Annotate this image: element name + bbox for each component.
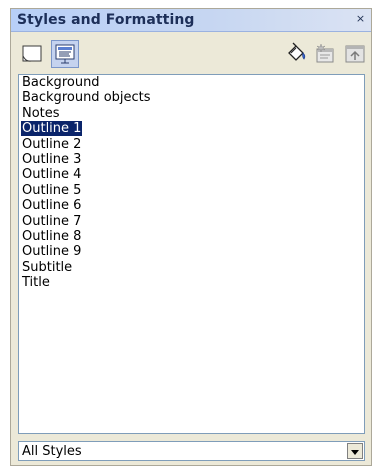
update-style-button[interactable] — [341, 40, 369, 68]
list-item[interactable]: Outline 2 — [19, 137, 364, 152]
chevron-down-icon — [351, 450, 359, 455]
list-item-label: Outline 8 — [22, 228, 82, 244]
list-item-label: Background — [22, 75, 100, 90]
fill-format-mode-icon — [288, 42, 306, 61]
list-item-label: Outline 7 — [22, 213, 82, 229]
list-item-label: Outline 6 — [22, 198, 82, 214]
style-filter-value: All Styles — [22, 444, 82, 459]
presentation-styles-icon — [55, 44, 75, 64]
list-item-label: Background objects — [22, 90, 151, 106]
list-item-label: Outline 9 — [22, 244, 82, 260]
list-item-label: Outline 5 — [22, 182, 82, 198]
new-style-from-selection-button[interactable] — [311, 40, 339, 68]
list-item[interactable]: Outline 4 — [19, 167, 364, 182]
panel-title: Styles and Formatting — [17, 12, 195, 28]
close-icon[interactable]: × — [354, 13, 367, 26]
toolbar — [11, 33, 371, 73]
update-style-icon — [345, 45, 365, 63]
styles-and-formatting-panel: Styles and Formatting × Background Backg… — [10, 8, 372, 466]
list-item[interactable]: Background objects — [19, 90, 364, 105]
list-item-label: Subtitle — [22, 259, 73, 275]
list-item-label: Outline 2 — [22, 136, 82, 152]
list-item[interactable]: Outline 9 — [19, 244, 364, 259]
list-item-label: Title — [22, 275, 50, 291]
list-item-label: Outline 4 — [22, 167, 82, 183]
list-item[interactable]: Notes — [19, 106, 364, 121]
presentation-styles-button[interactable] — [51, 40, 79, 68]
list-item[interactable]: Outline 5 — [19, 183, 364, 198]
list-item[interactable]: Title — [19, 275, 364, 290]
fill-format-mode-button[interactable] — [282, 40, 310, 68]
list-item-label: Outline 1 — [19, 120, 84, 138]
list-item[interactable]: Outline 3 — [19, 152, 364, 167]
style-filter-select[interactable]: All Styles — [18, 441, 365, 461]
dropdown-button[interactable] — [347, 443, 363, 459]
list-item[interactable]: Outline 7 — [19, 214, 364, 229]
list-item[interactable]: Outline 8 — [19, 229, 364, 244]
list-item[interactable]: Outline 6 — [19, 198, 364, 213]
new-style-from-selection-icon — [316, 43, 334, 63]
list-item[interactable]: Background — [19, 75, 364, 90]
graphics-styles-button[interactable] — [18, 40, 46, 68]
style-list[interactable]: Background Background objects Notes Outline… — [18, 74, 365, 434]
list-item[interactable]: Subtitle — [19, 260, 364, 275]
list-item[interactable]: Outline 1 — [19, 120, 364, 138]
list-item-label: Outline 3 — [22, 151, 82, 167]
title-bar[interactable]: Styles and Formatting × — [11, 9, 371, 32]
graphics-styles-icon — [22, 45, 42, 62]
list-item-label: Notes — [22, 105, 60, 121]
